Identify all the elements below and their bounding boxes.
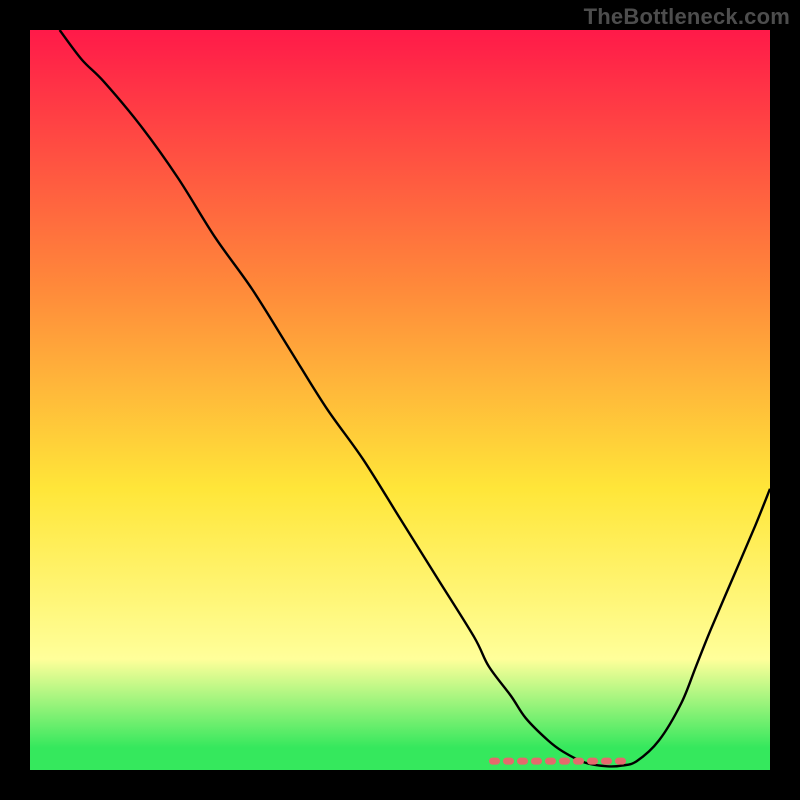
bottleneck-curve bbox=[60, 30, 770, 767]
chart-frame: TheBottleneck.com bbox=[0, 0, 800, 800]
plot-area bbox=[30, 30, 770, 770]
watermark-text: TheBottleneck.com bbox=[584, 4, 790, 30]
curve-overlay bbox=[30, 30, 770, 770]
